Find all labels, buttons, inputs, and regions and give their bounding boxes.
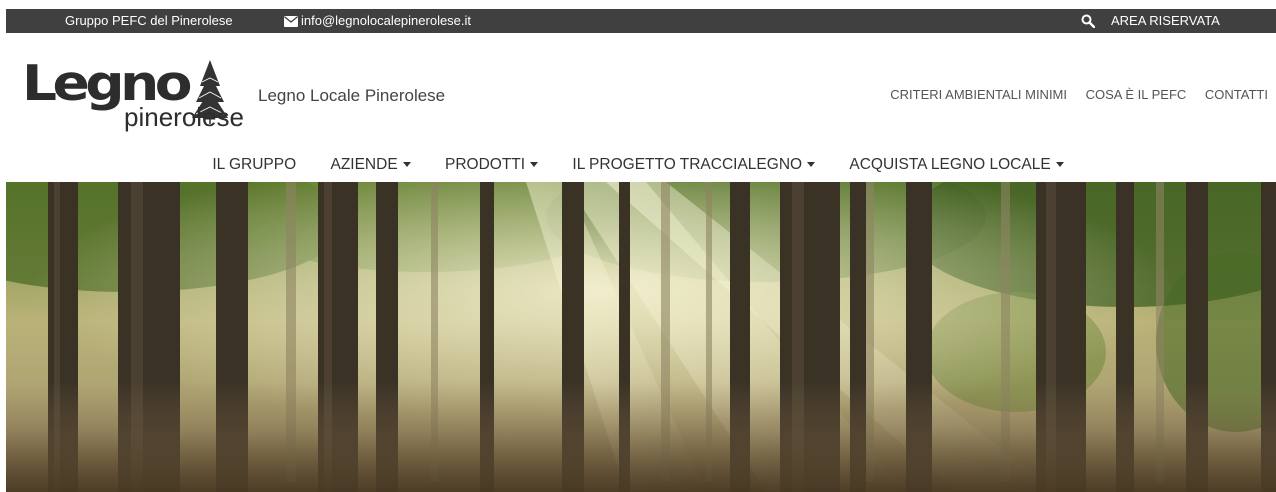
site-title: Legno Locale Pinerolese (258, 86, 446, 105)
caret-down-icon (402, 162, 411, 167)
caret-down-icon (530, 162, 539, 167)
envelope-icon (284, 16, 298, 27)
top-bar: Gruppo PEFC del Pinerolese info@legnoloc… (6, 9, 1276, 33)
cosa-e-pefc-link[interactable]: COSA È IL PEFC (1086, 87, 1187, 102)
header-links: CRITERI AMBIENTALI MINIMI COSA È IL PEFC… (875, 87, 1268, 102)
caret-down-icon (1055, 162, 1064, 167)
email-link[interactable]: info@legnolocalepinerolese.it (284, 9, 471, 33)
search-button[interactable] (1081, 14, 1096, 29)
nav-item-acquista-legno[interactable]: ACQUISTA LEGNO LOCALE (849, 156, 1064, 174)
email-text: info@legnolocalepinerolese.it (301, 13, 472, 28)
search-icon (1081, 14, 1096, 29)
contatti-link[interactable]: CONTATTI (1205, 87, 1268, 102)
group-label: Gruppo PEFC del Pinerolese (65, 13, 233, 28)
nav-item-label: ACQUISTA LEGNO LOCALE (849, 156, 1051, 173)
logo-word-pinerolese: pinerolese (124, 102, 244, 132)
reserved-area-link[interactable]: AREA RISERVATA (1111, 9, 1220, 33)
criteri-ambientali-link[interactable]: CRITERI AMBIENTALI MINIMI (890, 87, 1067, 102)
nav-item-label: AZIENDE (330, 156, 398, 173)
site-logo[interactable]: Legno pinerolese (22, 52, 248, 132)
nav-item-prodotti[interactable]: PRODOTTI (444, 156, 539, 174)
hero-forest-image (6, 182, 1276, 492)
main-navigation: IL GRUPPO AZIENDE PRODOTTI IL PROGETTO T… (0, 156, 1276, 178)
nav-item-il-gruppo[interactable]: IL GRUPPO (212, 156, 296, 174)
nav-item-label: IL GRUPPO (212, 156, 297, 173)
nav-item-progetto-traccialegno[interactable]: IL PROGETTO TRACCIALEGNO (572, 156, 816, 174)
nav-item-aziende[interactable]: AZIENDE (330, 156, 411, 174)
nav-item-label: PRODOTTI (444, 156, 526, 173)
nav-item-label: IL PROGETTO TRACCIALEGNO (572, 156, 803, 173)
caret-down-icon (807, 162, 816, 167)
